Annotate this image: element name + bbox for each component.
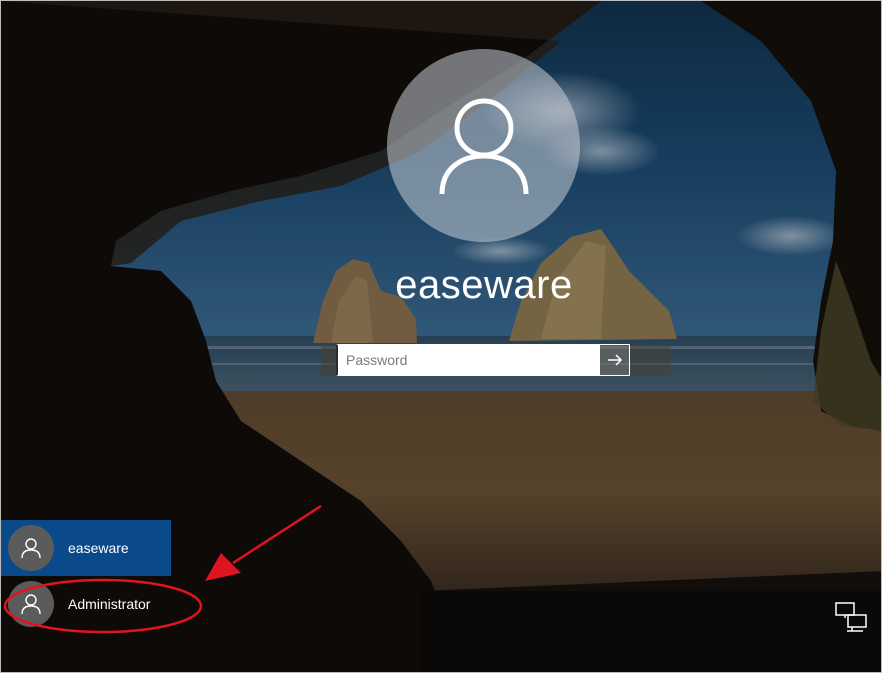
network-icon <box>835 602 867 632</box>
user-silhouette-icon <box>439 98 528 194</box>
submit-button[interactable] <box>599 344 630 376</box>
user-item-administrator[interactable]: Administrator <box>1 576 171 632</box>
login-screen: easeware easeware Administrator <box>0 0 882 673</box>
user-item-label: Administrator <box>68 596 151 612</box>
user-list: easeware Administrator <box>1 520 171 632</box>
user-silhouette-icon <box>21 594 41 615</box>
user-avatar-small <box>8 581 54 627</box>
user-avatar-small <box>8 525 54 571</box>
user-avatar-large <box>387 49 580 242</box>
password-box <box>336 344 630 376</box>
user-item-label: easeware <box>68 540 129 556</box>
arrow-right-icon <box>607 354 622 366</box>
password-input[interactable] <box>336 344 599 376</box>
user-silhouette-icon <box>21 538 41 559</box>
username-label: easeware <box>395 263 573 307</box>
network-button[interactable] <box>835 602 869 632</box>
user-item-easeware[interactable]: easeware <box>1 520 171 576</box>
